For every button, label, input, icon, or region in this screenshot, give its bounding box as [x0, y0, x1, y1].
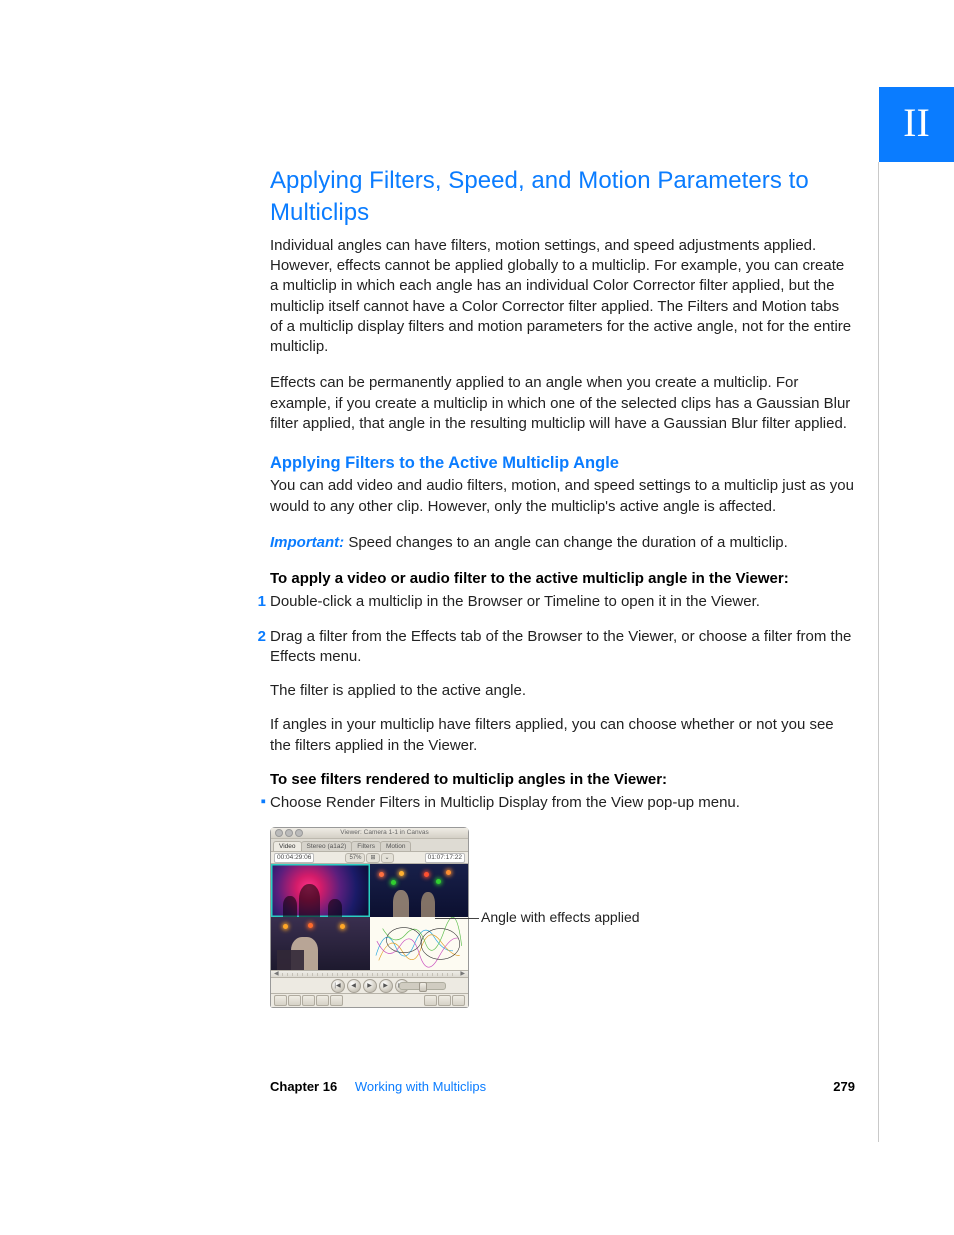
section-paragraph-1: Individual angles can have filters, moti…: [270, 236, 855, 358]
replace-button[interactable]: [452, 995, 465, 1006]
angle-3[interactable]: [271, 917, 370, 970]
step-result-1: The filter is applied to the active angl…: [270, 681, 855, 701]
step-text: Double-click a multiclip in the Browser …: [270, 593, 760, 610]
shuttle-control[interactable]: [399, 982, 446, 990]
viewer-display-controls: 57% ⊞ ⌄: [345, 853, 393, 863]
step-result-2: If angles in your multiclip have filters…: [270, 715, 855, 756]
viewer-title: Viewer: Camera 1-1 in Canvas: [305, 829, 464, 838]
bullet-list: ▪ Choose Render Filters in Multiclip Dis…: [270, 793, 855, 813]
viewer-tabs: Video Stereo (a1a2) Filters Motion: [271, 839, 468, 852]
viewer-bottom-bar: [271, 994, 468, 1007]
step-2: 2 Drag a filter from the Effects tab of …: [270, 627, 855, 668]
viewer-titlebar: Viewer: Camera 1-1 in Canvas: [271, 828, 468, 839]
mark-in-button[interactable]: [274, 995, 287, 1006]
view-options-popup[interactable]: ⌄: [381, 853, 394, 863]
subsection-title: Applying Filters to the Active Multiclip…: [270, 452, 855, 474]
bullet-text: Choose Render Filters in Multiclip Displ…: [270, 794, 740, 811]
timecode-duration[interactable]: 00:04:29:06: [274, 853, 314, 863]
bullet-1: ▪ Choose Render Filters in Multiclip Dis…: [270, 793, 855, 813]
task-heading-1: To apply a video or audio filter to the …: [270, 569, 855, 589]
tab-filters[interactable]: Filters: [351, 841, 381, 851]
step-back-button[interactable]: ◀: [347, 979, 361, 993]
important-note: Important: Speed changes to an angle can…: [270, 533, 855, 553]
viewer-info-bar: 00:04:29:06 57% ⊞ ⌄ 01:07:17:22: [271, 852, 468, 864]
page-footer: Chapter 16 Working with Multiclips 279: [270, 1078, 855, 1096]
chapter-title: Working with Multiclips: [355, 1079, 486, 1094]
step-number: 1: [248, 592, 266, 612]
step-1: 1 Double-click a multiclip in the Browse…: [270, 592, 855, 612]
zoom-level-popup[interactable]: 57%: [345, 853, 365, 863]
tab-motion[interactable]: Motion: [380, 841, 412, 851]
timecode-current[interactable]: 01:07:17:22: [425, 853, 465, 863]
subsection-paragraph-1: You can add video and audio filters, mot…: [270, 476, 855, 517]
bullet-marker-icon: ▪: [248, 792, 266, 812]
close-icon[interactable]: [275, 829, 283, 837]
minimize-icon[interactable]: [285, 829, 293, 837]
figure-callout: Angle with effects applied: [481, 908, 640, 927]
viewer-transport: |◀ ◀ ▶ ▶ ▶|: [271, 978, 468, 994]
section-paragraph-2: Effects can be permanently applied to an…: [270, 373, 855, 434]
chapter-label: Chapter 16: [270, 1079, 337, 1094]
grid-layout-popup[interactable]: ⊞: [366, 853, 379, 863]
mark-out-button[interactable]: [288, 995, 301, 1006]
side-rule: [878, 162, 879, 1142]
step-fwd-button[interactable]: ▶: [379, 979, 393, 993]
marker-button[interactable]: [302, 995, 315, 1006]
part-tab: II: [879, 87, 954, 162]
task-heading-2: To see filters rendered to multiclip ang…: [270, 770, 855, 790]
match-frame-button[interactable]: [330, 995, 343, 1006]
section-title: Applying Filters, Speed, and Motion Para…: [270, 165, 855, 230]
callout-leader-line: [435, 918, 479, 919]
go-start-button[interactable]: |◀: [331, 979, 345, 993]
page-number: 279: [833, 1078, 855, 1096]
important-label: Important:: [270, 534, 344, 551]
callout-text: Angle with effects applied: [481, 909, 640, 925]
step-text: Drag a filter from the Effects tab of th…: [270, 628, 851, 665]
figure: Viewer: Camera 1-1 in Canvas Video Stere…: [270, 827, 855, 1008]
zoom-icon[interactable]: [295, 829, 303, 837]
step-list: 1 Double-click a multiclip in the Browse…: [270, 592, 855, 667]
step-number: 2: [248, 627, 266, 647]
play-button[interactable]: ▶: [363, 979, 377, 993]
tab-video[interactable]: Video: [273, 841, 302, 851]
angle-4-effects[interactable]: [370, 917, 469, 970]
overwrite-button[interactable]: [438, 995, 451, 1006]
page: II Applying Filters, Speed, and Motion P…: [0, 0, 954, 1235]
content-column: Applying Filters, Speed, and Motion Para…: [270, 165, 855, 1008]
viewer-ruler[interactable]: ◀ ▶: [271, 971, 468, 978]
tab-stereo[interactable]: Stereo (a1a2): [301, 841, 353, 851]
keyframe-button[interactable]: [316, 995, 329, 1006]
angle-1[interactable]: [271, 864, 370, 917]
angle-2[interactable]: [370, 864, 469, 917]
footer-left: Chapter 16 Working with Multiclips: [270, 1078, 486, 1096]
important-text: Speed changes to an angle can change the…: [344, 534, 788, 551]
insert-button[interactable]: [424, 995, 437, 1006]
